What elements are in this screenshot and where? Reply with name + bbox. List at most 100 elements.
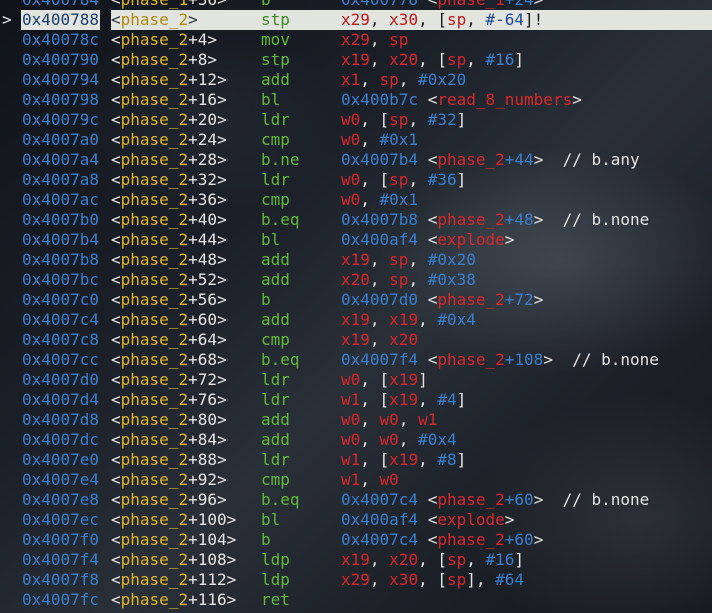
function-offset: +16 bbox=[188, 90, 217, 109]
symbol-offset: <phase_2+68> bbox=[111, 350, 261, 370]
instruction-operands: 0x400af4 <explode> bbox=[341, 510, 712, 530]
instruction-line[interactable]: 0x4007ac <phase_2+36> cmp w0, #0x1 bbox=[0, 190, 712, 210]
branch-target-symbol: phase_2 bbox=[437, 350, 505, 369]
symbol-offset: <phase_2+4> bbox=[111, 30, 261, 50]
register-operand: sp bbox=[389, 270, 409, 289]
instruction-line[interactable]: 0x400790 <phase_2+8> stp x19, x20, [sp, #16… bbox=[0, 50, 712, 70]
function-offset: +32 bbox=[188, 170, 217, 189]
instruction-line[interactable]: 0x4007a0 <phase_2+24> cmp w0, #0x1 bbox=[0, 130, 712, 150]
symbol-offset: <phase_2+112> bbox=[111, 570, 261, 590]
branch-target-symbol: phase_2 bbox=[437, 150, 505, 169]
instruction-line[interactable]: 0x40079c <phase_2+20> ldr w0, [sp, #32] bbox=[0, 110, 712, 130]
instruction-line[interactable]: 0x4007e4 <phase_2+92> cmp w1, w0 bbox=[0, 470, 712, 490]
symbol-bracket: > bbox=[216, 450, 227, 469]
instruction-line[interactable]: 0x4007e0 <phase_2+88> ldr w1, [x19, #8] bbox=[0, 450, 712, 470]
disassembly-listing[interactable]: 0x400784<phase_1+36>b0x400778 <phase_1+2… bbox=[0, 0, 712, 610]
function-offset: +4 bbox=[188, 30, 208, 49]
branch-target-offset: +24 bbox=[505, 0, 534, 9]
instruction-operands: x19, x20, [sp, #16] bbox=[341, 550, 712, 570]
symbol-offset: <phase_2+84> bbox=[111, 430, 261, 450]
instruction-address: 0x4007bc bbox=[22, 270, 100, 289]
function-name: phase_2 bbox=[120, 50, 189, 69]
instruction-line[interactable]: 0x400798 <phase_2+16> bl 0x400b7c <read_8_n… bbox=[0, 90, 712, 110]
symbol-bracket: > bbox=[216, 410, 227, 429]
instruction-operands: x19, x20, [sp, #16] bbox=[341, 50, 712, 70]
function-offset: +84 bbox=[188, 430, 217, 449]
operand-punctuation: ] bbox=[456, 170, 467, 189]
instruction-address: 0x40078c bbox=[22, 30, 100, 49]
branch-target-address: 0x400af4 bbox=[341, 230, 419, 249]
instruction-line[interactable]: 0x4007fc <phase_2+116> ret bbox=[0, 590, 712, 610]
symbol-bracket: > bbox=[216, 130, 227, 149]
immediate-operand: #0x4 bbox=[418, 430, 457, 449]
branch-target-offset: +72 bbox=[504, 290, 534, 309]
symbol-bracket: > bbox=[216, 170, 227, 189]
instruction-line[interactable]: 0x4007c4 <phase_2+60> add x19, x19, #0x4 bbox=[0, 310, 712, 330]
symbol-bracket: < bbox=[111, 310, 121, 329]
instruction-line[interactable]: 0x4007ec <phase_2+100> bl 0x400af4 <explode… bbox=[0, 510, 712, 530]
symbol-bracket: < bbox=[111, 470, 121, 489]
branch-target-address: 0x400af4 bbox=[341, 510, 419, 529]
symbol-bracket: < bbox=[111, 30, 121, 49]
register-operand: sp bbox=[446, 550, 467, 569]
function-offset: +52 bbox=[188, 270, 217, 289]
register-operand: x19 bbox=[389, 310, 419, 329]
instruction-line[interactable]: 0x4007cc <phase_2+68> b.eq 0x4007f4 <phase_… bbox=[0, 350, 712, 370]
operand-punctuation: , bbox=[369, 550, 390, 569]
instruction-mnemonic: b.eq bbox=[261, 490, 300, 509]
function-name: phase_2 bbox=[120, 250, 189, 269]
symbol-offset: <phase_2+12> bbox=[111, 70, 261, 90]
instruction-line[interactable]: 0x400784<phase_1+36>b0x400778 <phase_1+2… bbox=[0, 0, 712, 10]
instruction-line[interactable]: 0x4007c0 <phase_2+56> b 0x4007d0 <phase_2+7… bbox=[0, 290, 712, 310]
branch-target-bracket: < bbox=[427, 510, 438, 529]
instruction-line[interactable]: 0x4007f0 <phase_2+104> b 0x4007c4 <phase_2+… bbox=[0, 530, 712, 550]
instruction-line[interactable]: 0x4007e8 <phase_2+96> b.eq 0x4007c4 <phase_… bbox=[0, 490, 712, 510]
instruction-line[interactable]: 0x4007b4 <phase_2+44> bl 0x400af4 <explode> bbox=[0, 230, 712, 250]
branch-target-bracket: < bbox=[427, 350, 438, 369]
instruction-mnemonic: ldp bbox=[261, 550, 290, 569]
symbol-bracket: < bbox=[111, 530, 121, 549]
instruction-line[interactable]: 0x4007b0 <phase_2+40> b.eq 0x4007b8 <phase_… bbox=[0, 210, 712, 230]
instruction-line[interactable]: 0x4007f8 <phase_2+112> ldp x29, x30, [sp], … bbox=[0, 570, 712, 590]
branch-target-bracket: > bbox=[533, 290, 544, 309]
operand-punctuation: , bbox=[418, 390, 438, 409]
register-operand: sp bbox=[389, 30, 409, 49]
instruction-line[interactable]: 0x4007a4 <phase_2+28> b.ne 0x4007b4 <phase_… bbox=[0, 150, 712, 170]
branch-target-address: 0x4007f4 bbox=[341, 350, 419, 369]
branch-target-offset: +44 bbox=[504, 150, 534, 169]
instruction-line[interactable]: 0x4007c8 <phase_2+64> cmp x19, x20 bbox=[0, 330, 712, 350]
function-offset: +56 bbox=[188, 290, 217, 309]
branch-target-address: 0x4007c4 bbox=[341, 490, 419, 509]
instruction-line[interactable]: 0x4007d4 <phase_2+76> ldr w1, [x19, #4] bbox=[0, 390, 712, 410]
instruction-line[interactable]: 0x4007bc <phase_2+52> add x20, sp, #0x38 bbox=[0, 270, 712, 290]
instruction-line[interactable]: 0x4007dc <phase_2+84> add w0, w0, #0x4 bbox=[0, 430, 712, 450]
operand-punctuation: ], bbox=[466, 570, 496, 589]
current-instruction-line[interactable]: >0x400788 <phase_2> stp x29, x30, [sp, #-64… bbox=[0, 10, 712, 30]
instruction-line[interactable]: 0x400794 <phase_2+12> add x1, sp, #0x20 bbox=[0, 70, 712, 90]
branch-target-bracket: < bbox=[427, 150, 438, 169]
symbol-bracket: < bbox=[111, 90, 121, 109]
instruction-operands: x20, sp, #0x38 bbox=[341, 270, 712, 290]
immediate-operand: #64 bbox=[495, 570, 525, 589]
instruction-line[interactable]: 0x4007b8 <phase_2+48> add x19, sp, #0x20 bbox=[0, 250, 712, 270]
function-offset: +72 bbox=[188, 370, 217, 389]
instruction-line[interactable]: 0x4007d0 <phase_2+72> ldr w0, [x19] bbox=[0, 370, 712, 390]
register-operand: w0 bbox=[379, 470, 399, 489]
branch-target-address: 0x400778 bbox=[341, 0, 418, 9]
function-offset: +100 bbox=[188, 510, 227, 529]
instruction-operands: w0, [sp, #36] bbox=[341, 170, 712, 190]
instruction-mnemonic: b.eq bbox=[261, 350, 300, 369]
instruction-address: 0x4007a0 bbox=[22, 130, 100, 149]
instruction-line[interactable]: 0x4007d8 <phase_2+80> add w0, w0, w1 bbox=[0, 410, 712, 430]
symbol-offset: <phase_2+88> bbox=[111, 450, 261, 470]
function-name: phase_2 bbox=[120, 370, 189, 389]
instruction-line[interactable]: 0x40078c <phase_2+4> mov x29, sp bbox=[0, 30, 712, 50]
instruction-mnemonic: b bbox=[261, 530, 271, 549]
register-operand: w0 bbox=[341, 430, 361, 449]
instruction-address: 0x400790 bbox=[22, 50, 100, 69]
symbol-offset: <phase_2+48> bbox=[111, 250, 261, 270]
register-operand: sp bbox=[446, 50, 467, 69]
instruction-line[interactable]: 0x4007f4 <phase_2+108> ldp x19, x20, [sp, #… bbox=[0, 550, 712, 570]
instruction-address: 0x4007d8 bbox=[22, 410, 100, 429]
instruction-line[interactable]: 0x4007a8 <phase_2+32> ldr w0, [sp, #36] bbox=[0, 170, 712, 190]
